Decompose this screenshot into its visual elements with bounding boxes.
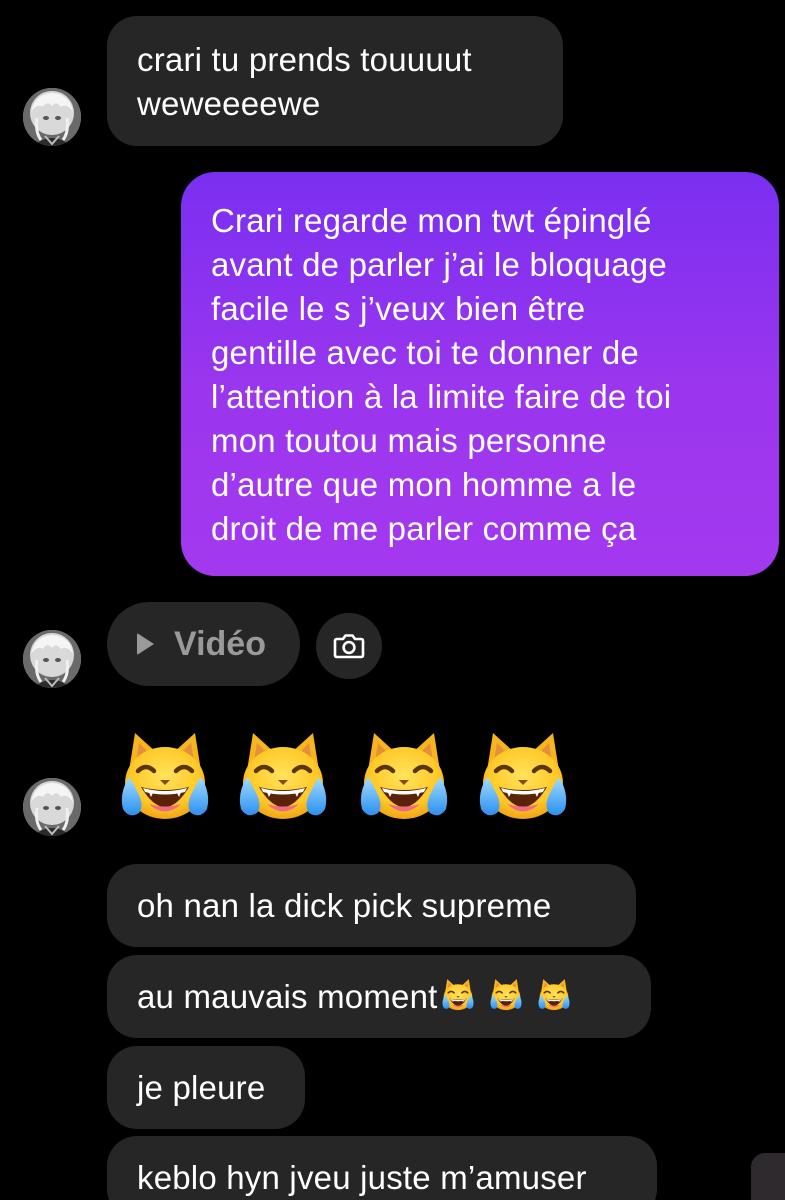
cat-tears-of-joy-emoji: [537, 977, 570, 1011]
incoming-message-bubble[interactable]: au mauvais moment: [107, 955, 651, 1038]
incoming-message-bubble[interactable]: je pleure: [107, 1046, 305, 1129]
message-text: l’attention à la limite faire de toi: [211, 378, 672, 415]
chat-thread: crari tu prends touuuut weweeeewe Crari …: [0, 0, 785, 1200]
message-text: facile le s j’veux bien être: [211, 290, 586, 327]
cat-tears-of-joy-emoji: [441, 977, 474, 1011]
message-text: avant de parler j’ai le bloquage: [211, 246, 667, 283]
incoming-message-bubble[interactable]: crari tu prends touuuut weweeeewe: [107, 16, 563, 146]
avatar[interactable]: [23, 88, 81, 146]
outgoing-message-bubble[interactable]: Crari regarde mon twt épinglé avant de p…: [181, 172, 779, 576]
message-text: Crari regarde mon twt épinglé: [211, 202, 652, 239]
incoming-message-bubble[interactable]: oh nan la dick pick supreme: [107, 864, 636, 947]
message-text: d’autre que mon homme a le: [211, 466, 637, 503]
avatar[interactable]: [23, 630, 81, 688]
cat-tears-of-joy-emoji: [489, 977, 522, 1011]
video-label: Vidéo: [174, 624, 266, 663]
message-text: gentille avec toi te donner de: [211, 334, 639, 371]
camera-icon: [333, 634, 365, 659]
message-text: mon toutou mais personne: [211, 422, 607, 459]
message-text: keblo hyn jveu juste m’amuser: [137, 1159, 587, 1196]
cat-tears-of-joy-emoji[interactable]: [115, 727, 215, 827]
video-message-button[interactable]: Vidéo: [107, 602, 300, 686]
play-icon: [137, 633, 154, 655]
incoming-message-bubble[interactable]: keblo hyn jveu juste m’amuser: [107, 1136, 657, 1200]
scrollbar-thumb[interactable]: [751, 1153, 785, 1200]
message-text: droit de me parler comme ça: [211, 510, 637, 547]
camera-button[interactable]: [316, 613, 382, 679]
cat-tears-of-joy-emoji[interactable]: [354, 727, 454, 827]
message-text: weweeeewe: [137, 85, 321, 122]
message-text: je pleure: [137, 1068, 266, 1106]
avatar[interactable]: [23, 778, 81, 836]
cat-tears-of-joy-emoji[interactable]: [473, 727, 573, 827]
message-text: oh nan la dick pick supreme: [137, 886, 552, 924]
cat-tears-of-joy-emoji[interactable]: [233, 727, 333, 827]
message-text: au mauvais moment: [137, 977, 438, 1015]
message-text: crari tu prends touuuut: [137, 41, 472, 78]
